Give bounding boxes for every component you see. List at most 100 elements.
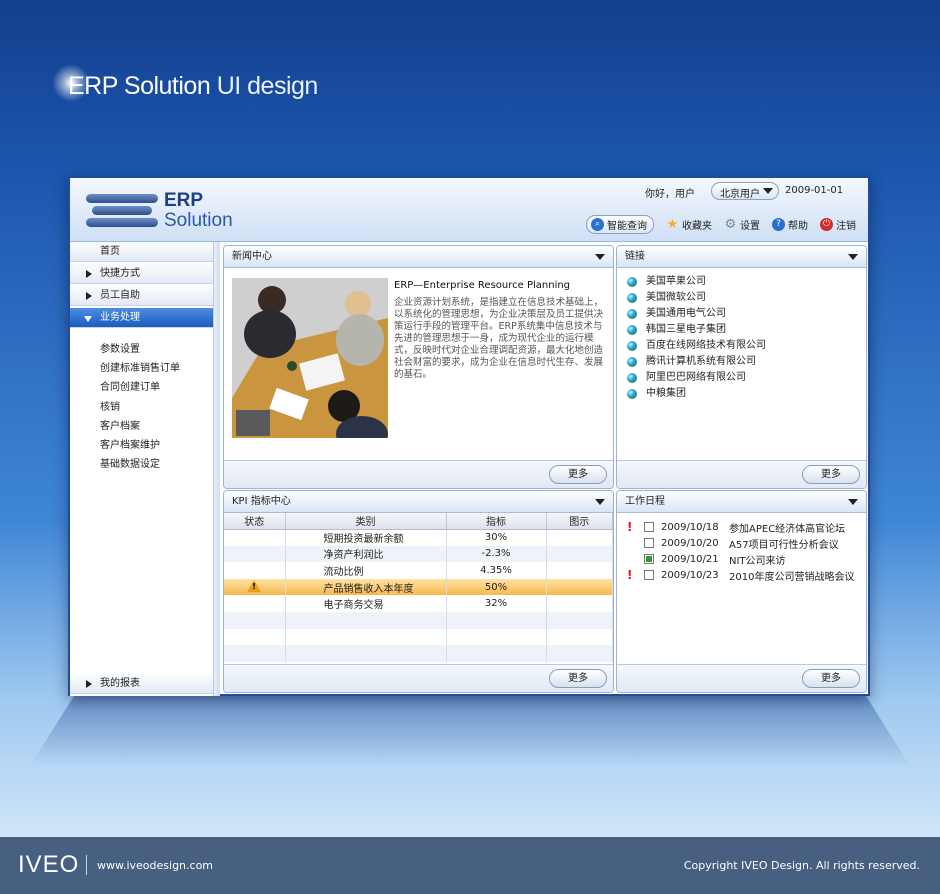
kpi-category: 电子商务交易 [285,595,447,612]
schedule-checkbox[interactable] [644,538,654,548]
sidebar-item-label: 业务处理 [100,312,140,323]
schedule-item[interactable]: ! 2009/10/23 2010年度公司营销战略会议 [627,567,866,583]
schedule-more-button[interactable]: 更多 [802,669,860,688]
favorites-label: 收藏夹 [682,220,712,232]
table-row[interactable]: ! 产品销售收入本年度 50% [224,578,613,596]
link-item[interactable]: 腾讯计算机系统有限公司 [627,354,866,370]
chevron-down-icon[interactable] [848,499,858,505]
news-panel-header: 新闻中心 [224,246,613,268]
link-item[interactable]: 百度在线网络技术有限公司 [627,338,866,354]
link-item[interactable]: 韩国三星电子集团 [627,322,866,338]
kpi-category: 流动比例 [285,562,447,579]
schedule-panel-title: 工作日程 [625,496,665,507]
link-item[interactable]: 美国苹果公司 [627,274,866,290]
schedule-list: ! 2009/10/18 参加APEC经济体高官论坛 2009/10/20 A5… [617,513,866,583]
globe-icon [627,373,637,383]
settings-button[interactable]: ⚙ 设置 [724,217,760,232]
sub-item-contract-order[interactable]: 合同创建订单 [100,378,213,397]
news-heading[interactable]: ERP—Enterprise Resource Planning [394,280,570,291]
warning-icon: ! [247,579,262,592]
kpi-more-button[interactable]: 更多 [549,669,607,688]
urgent-icon: ! [627,568,633,582]
gear-icon: ⚙ [724,216,737,232]
sidebar-item-label: 首页 [100,246,120,257]
footer-divider [86,855,87,875]
schedule-text: 2010年度公司营销战略会议 [729,571,855,583]
sidebar-splitter[interactable] [214,242,220,696]
schedule-date: 2009/10/23 [661,569,719,581]
table-row[interactable]: 净资产利润比 -2.3% [224,545,613,563]
sidebar-item-home[interactable]: 首页 [70,242,213,262]
globe-icon [627,309,637,319]
globe-icon [627,341,637,351]
expand-arrow-icon [86,292,92,300]
schedule-item[interactable]: 2009/10/20 A57项目可行性分析会议 [627,535,866,551]
footer-url[interactable]: www.iveodesign.com [97,859,213,872]
kpi-col-chart[interactable]: 图示 [546,513,613,530]
link-label: 腾讯计算机系统有限公司 [646,356,756,367]
sub-item-writeoff[interactable]: 核销 [100,398,213,417]
sub-item-create-sales-order[interactable]: 创建标准销售订单 [100,359,213,378]
favorites-button[interactable]: ★ 收藏夹 [666,217,712,232]
sub-item-params[interactable]: 参数设置 [100,340,213,359]
schedule-item[interactable]: 2009/10/21 NIT公司来访 [627,551,866,567]
table-row[interactable]: 流动比例 4.35% [224,562,613,579]
sidebar: 首页 快捷方式 员工自助 业务处理 参数设置 创建标准销售订单 合同创建订单 核… [70,242,214,696]
help-button[interactable]: ? 帮助 [772,217,808,232]
schedule-item[interactable]: ! 2009/10/18 参加APEC经济体高官论坛 [627,519,866,535]
kpi-panel-footer: 更多 [224,664,613,692]
logo-erp: ERP [164,190,204,211]
sidebar-item-shortcuts[interactable]: 快捷方式 [70,264,213,284]
smart-search-label: 智能查询 [607,220,647,232]
sub-item-customer-maint[interactable]: 客户档案维护 [100,436,213,455]
table-row[interactable]: 短期投资最新余额 30% [224,529,613,546]
link-item[interactable]: 中粮集团 [627,386,866,402]
kpi-col-category[interactable]: 类别 [285,513,447,530]
logout-button[interactable]: ⏻ 注销 [820,217,856,232]
sidebar-item-label: 我的报表 [100,678,140,689]
kpi-value: 32% [446,595,547,612]
link-label: 美国通用电气公司 [646,308,726,319]
sidebar-item-self-service[interactable]: 员工自助 [70,286,213,306]
greeting: 你好，用户 [645,189,695,200]
urgent-icon: ! [627,520,633,534]
links-panel-title: 链接 [625,251,645,262]
links-more-button[interactable]: 更多 [802,465,860,484]
collapse-arrow-icon [84,316,92,322]
news-panel: 新闻中心 ERP—Enterprise Resource Planning 企业… [223,245,614,489]
globe-icon [627,277,637,287]
smart-search-button[interactable]: ⌕ 智能查询 [586,214,654,234]
link-item[interactable]: 阿里巴巴网络有限公司 [627,370,866,386]
kpi-col-value[interactable]: 指标 [446,513,547,530]
schedule-checkbox[interactable] [644,554,654,564]
news-panel-title: 新闻中心 [232,251,272,262]
sidebar-item-business[interactable]: 业务处理 [70,308,213,328]
chevron-down-icon[interactable] [595,499,605,505]
table-row-empty [224,645,613,662]
link-item[interactable]: 美国通用电气公司 [627,306,866,322]
app-logo: ERP Solution [86,190,266,232]
schedule-checkbox[interactable] [644,522,654,532]
kpi-category: 净资产利润比 [285,545,447,563]
kpi-value: -2.3% [446,545,547,563]
app-header: ERP Solution 你好，用户 北京用户 2009-01-01 ⌕ 智能查… [70,178,868,242]
kpi-panel-title: KPI 指标中心 [232,496,291,507]
link-item[interactable]: 美国微软公司 [627,290,866,306]
logo-solution: Solution [164,210,233,231]
sub-item-base-data[interactable]: 基础数据设定 [100,455,213,474]
sidebar-item-my-reports[interactable]: 我的报表 [70,674,213,694]
news-more-button[interactable]: 更多 [549,465,607,484]
kpi-value: 30% [446,529,547,546]
links-panel-footer: 更多 [617,460,866,488]
table-row[interactable]: 电子商务交易 32% [224,595,613,612]
links-panel-header: 链接 [617,246,866,268]
schedule-checkbox[interactable] [644,570,654,580]
user-select[interactable]: 北京用户 [711,182,779,200]
kpi-value: 50% [446,578,547,596]
chevron-down-icon[interactable] [595,254,605,260]
kpi-col-status[interactable]: 状态 [224,513,286,530]
logo-mark-icon [86,192,158,230]
sub-item-customer-file[interactable]: 客户档案 [100,417,213,436]
schedule-date: 2009/10/20 [661,537,719,549]
chevron-down-icon[interactable] [848,254,858,260]
